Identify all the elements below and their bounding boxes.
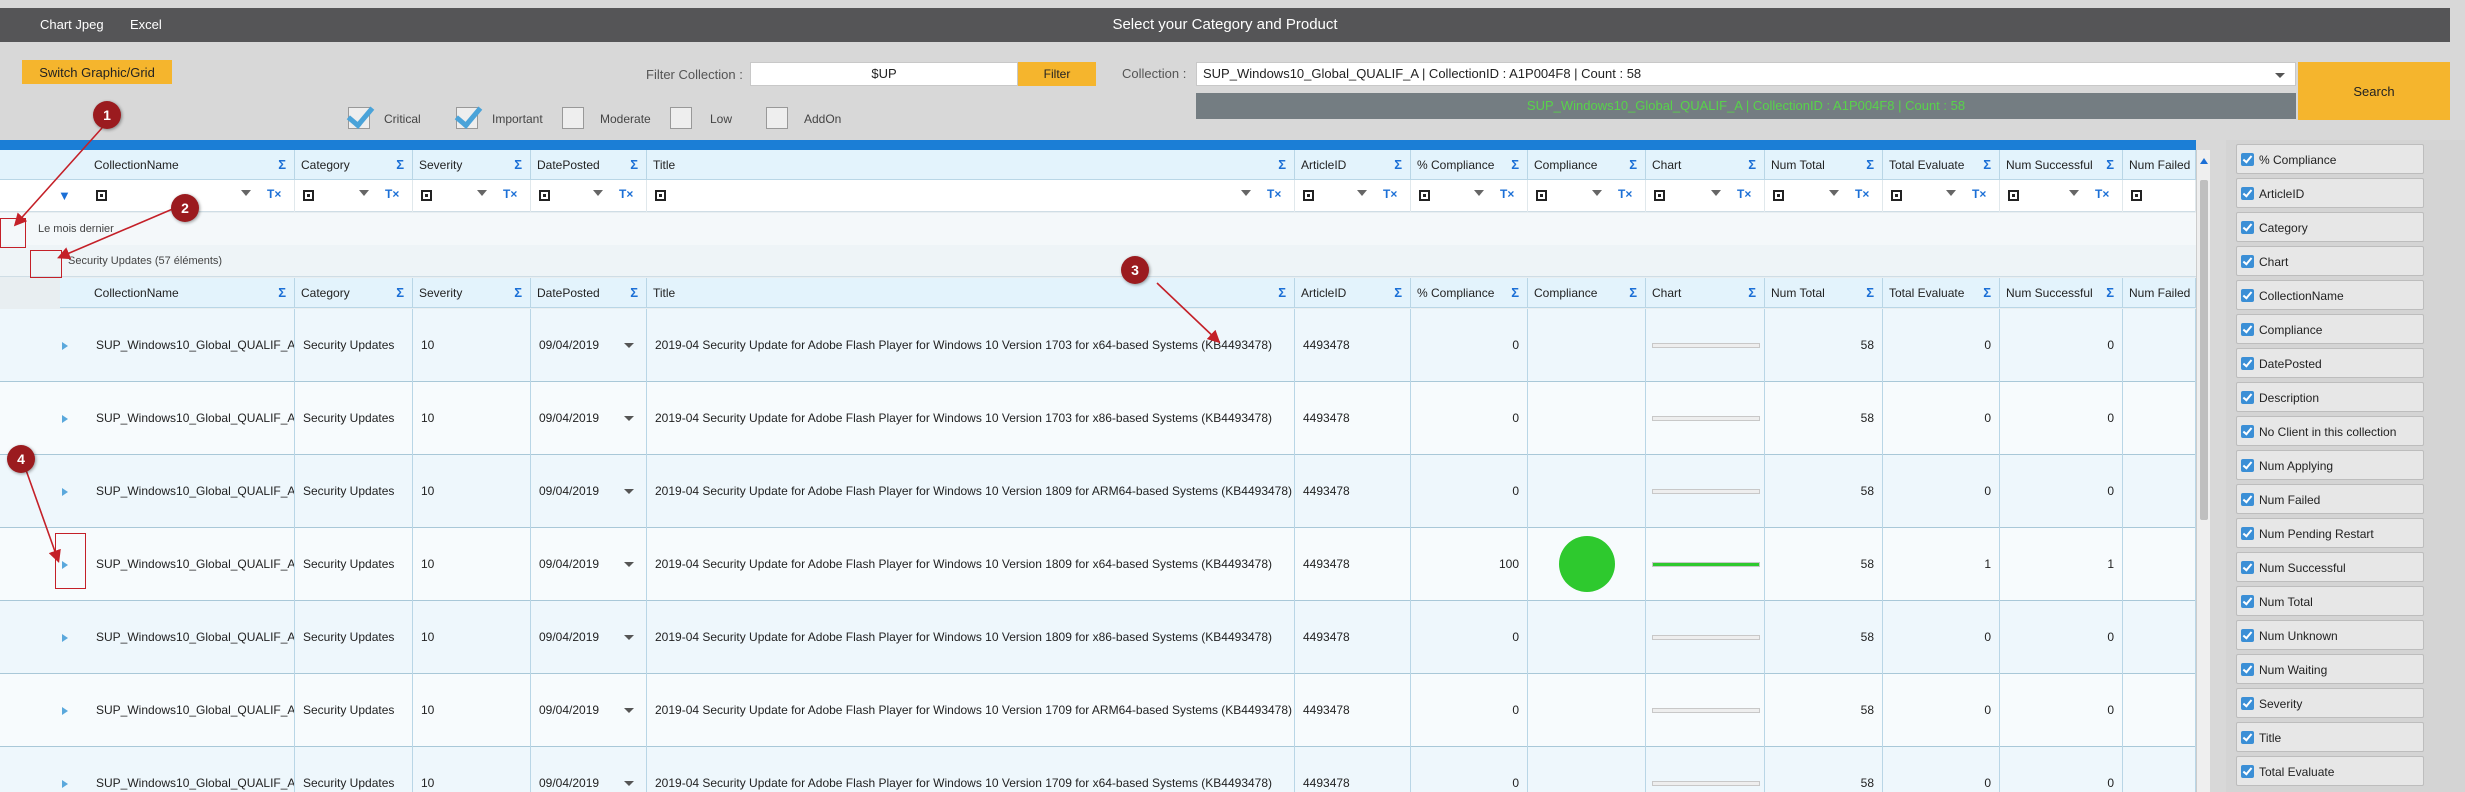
annotation-callout-4: 4 <box>7 445 35 473</box>
annotation-callout-1: 1 <box>93 101 121 129</box>
annotation-callout-3: 3 <box>1121 256 1149 284</box>
annotation-callout-2: 2 <box>171 194 199 222</box>
annotation-arrows <box>13 127 1221 564</box>
